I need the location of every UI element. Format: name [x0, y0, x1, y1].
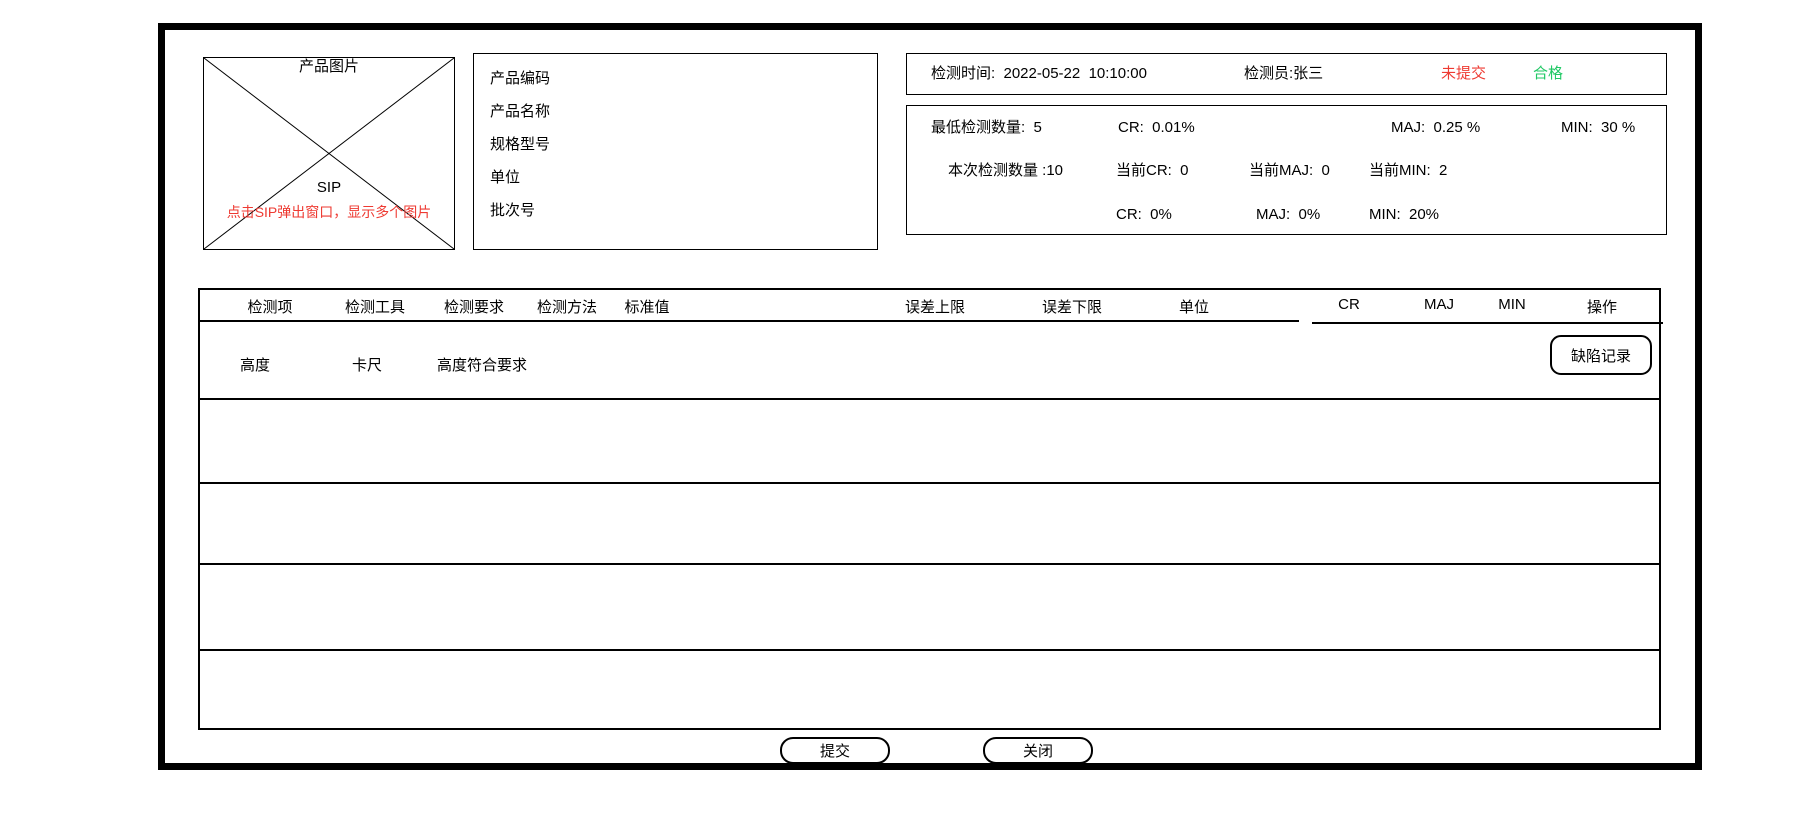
col-header-item: 检测项 [247, 296, 292, 317]
row-separator [200, 398, 1659, 400]
stat-current-qty: 本次检测数量 :10 [948, 162, 1063, 180]
close-button[interactable]: 关闭 [983, 737, 1093, 764]
status-badge-pass: 合格 [1533, 65, 1563, 83]
col-header-requirement: 检测要求 [444, 296, 504, 317]
inspection-info-bar: 检测时间: 2022-05-22 10:10:00 检测员:张三 未提交 合格 [906, 53, 1667, 95]
col-header-lower-limit: 误差下限 [1042, 296, 1102, 317]
col-header-min: MIN [1498, 296, 1526, 313]
submit-button[interactable]: 提交 [780, 737, 890, 764]
stat-current-maj: 当前MAJ: 0 [1249, 162, 1330, 180]
row-separator [200, 649, 1659, 651]
col-header-cr: CR [1338, 296, 1360, 313]
col-header-unit: 单位 [1179, 296, 1209, 317]
cell-item: 高度 [240, 354, 270, 375]
product-image-placeholder[interactable]: 产品图片 SIP 点击SIP弹出窗口，显示多个图片 [203, 57, 455, 250]
cell-requirement: 高度符合要求 [437, 354, 527, 375]
defect-record-button[interactable]: 缺陷记录 [1550, 335, 1652, 375]
col-header-standard: 标准值 [624, 296, 669, 317]
stat-min-inspect-qty: 最低检测数量: 5 [931, 119, 1042, 137]
inspection-dialog-frame: 产品图片 SIP 点击SIP弹出窗口，显示多个图片 产品编码 产品名称 规格型号… [158, 23, 1702, 770]
field-label-batch-no: 批次号 [490, 194, 877, 227]
field-label-product-code: 产品编码 [490, 62, 877, 95]
header-underline-left [200, 320, 1299, 322]
inspection-stats-box: 最低检测数量: 5 CR: 0.01% MAJ: 0.25 % MIN: 30 … [906, 105, 1667, 235]
status-badge-unsubmitted: 未提交 [1441, 65, 1486, 83]
col-header-tool: 检测工具 [345, 296, 405, 317]
cell-tool: 卡尺 [352, 354, 382, 375]
stat-current-cr: 当前CR: 0 [1116, 162, 1189, 180]
col-header-method: 检测方法 [537, 296, 597, 317]
row-separator [200, 563, 1659, 565]
stat-min-rate: MIN: 20% [1369, 206, 1439, 224]
stat-cr-rate: CR: 0% [1116, 206, 1172, 224]
inspection-table: 检测项 检测工具 检测要求 检测方法 标准值 误差上限 误差下限 单位 CR M… [198, 288, 1661, 730]
product-image-label: 产品图片 [204, 58, 454, 76]
stat-maj-limit: MAJ: 0.25 % [1391, 119, 1480, 137]
inspector-name: 检测员:张三 [1244, 65, 1323, 83]
inspection-time: 检测时间: 2022-05-22 10:10:00 [931, 65, 1147, 83]
stat-current-min: 当前MIN: 2 [1369, 162, 1447, 180]
col-header-maj: MAJ [1424, 296, 1454, 313]
stat-cr-limit: CR: 0.01% [1118, 119, 1195, 137]
stat-maj-rate: MAJ: 0% [1256, 206, 1320, 224]
field-label-unit: 单位 [490, 161, 877, 194]
product-fields-box: 产品编码 产品名称 规格型号 单位 批次号 [473, 53, 878, 250]
stat-min-limit: MIN: 30 % [1561, 119, 1635, 137]
header-underline-right [1312, 322, 1663, 324]
col-header-upper-limit: 误差上限 [905, 296, 965, 317]
col-header-action: 操作 [1587, 296, 1617, 317]
field-label-product-name: 产品名称 [490, 95, 877, 128]
sip-label[interactable]: SIP [204, 179, 454, 197]
row-separator [200, 482, 1659, 484]
sip-hint: 点击SIP弹出窗口，显示多个图片 [204, 204, 454, 221]
field-label-spec-model: 规格型号 [490, 128, 877, 161]
